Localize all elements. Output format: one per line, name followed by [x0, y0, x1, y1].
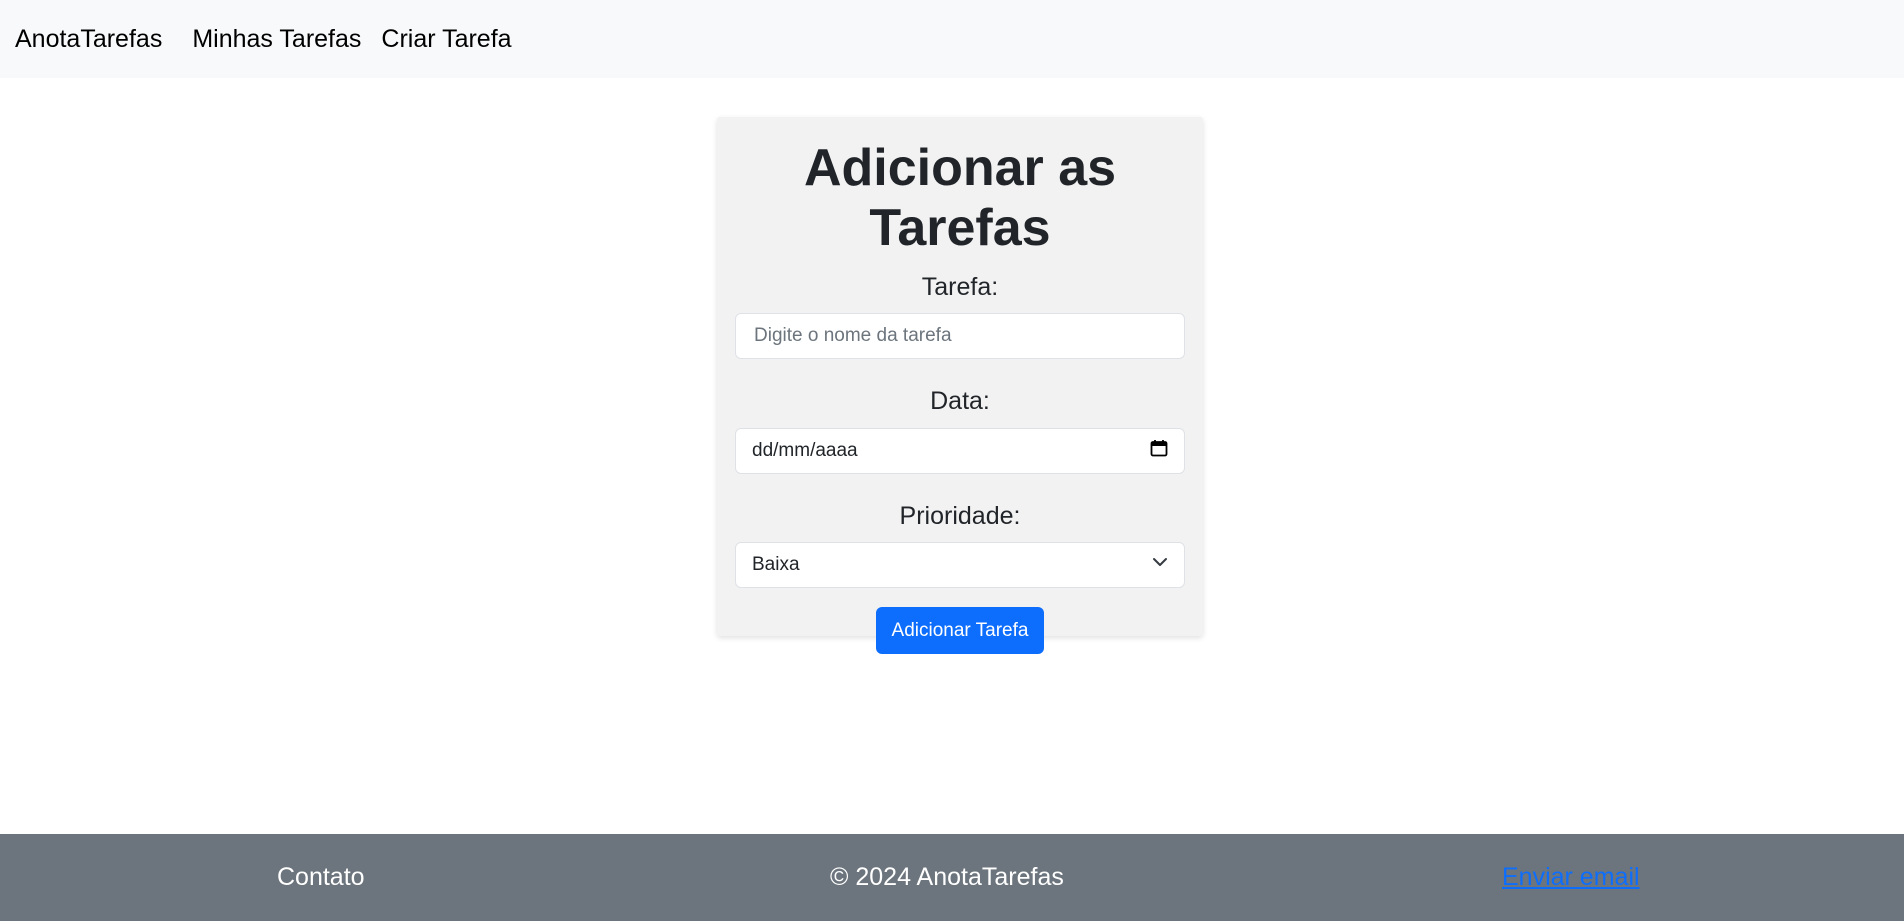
- chevron-down-icon: [1152, 554, 1168, 576]
- form-title: Adicionar as Tarefas: [803, 139, 1117, 257]
- footer: Contato © 2024 AnotaTarefas Enviar email: [0, 834, 1904, 921]
- footer-contact: Contato: [277, 863, 365, 891]
- brand-link[interactable]: AnotaTarefas: [15, 25, 162, 54]
- nav-link-criar-tarefa[interactable]: Criar Tarefa: [381, 25, 511, 54]
- nav-link-minhas-tarefas[interactable]: Minhas Tarefas: [192, 25, 361, 54]
- send-email-link[interactable]: Enviar email: [1502, 863, 1640, 892]
- task-label: Tarefa:: [921, 272, 999, 301]
- task-form-card: Adicionar as Tarefas Tarefa: Data: dd/mm…: [717, 117, 1203, 655]
- date-value: dd/mm/aaaa: [752, 439, 858, 461]
- task-field: [735, 313, 1185, 360]
- priority-label: Prioridade:: [899, 501, 1021, 530]
- navbar: AnotaTarefas Minhas Tarefas Criar Tarefa: [0, 0, 1904, 78]
- date-input[interactable]: dd/mm/aaaa: [735, 427, 1185, 474]
- nav-links: Minhas Tarefas Criar Tarefa: [192, 25, 531, 54]
- footer-copyright: © 2024 AnotaTarefas: [830, 863, 1064, 891]
- calendar-icon[interactable]: [1150, 439, 1168, 463]
- date-label: Data:: [930, 387, 990, 416]
- add-task-button[interactable]: Adicionar Tarefa: [875, 607, 1045, 655]
- priority-selected: Baixa: [752, 554, 800, 576]
- task-input[interactable]: [752, 324, 1168, 349]
- priority-select[interactable]: Baixa: [735, 542, 1185, 589]
